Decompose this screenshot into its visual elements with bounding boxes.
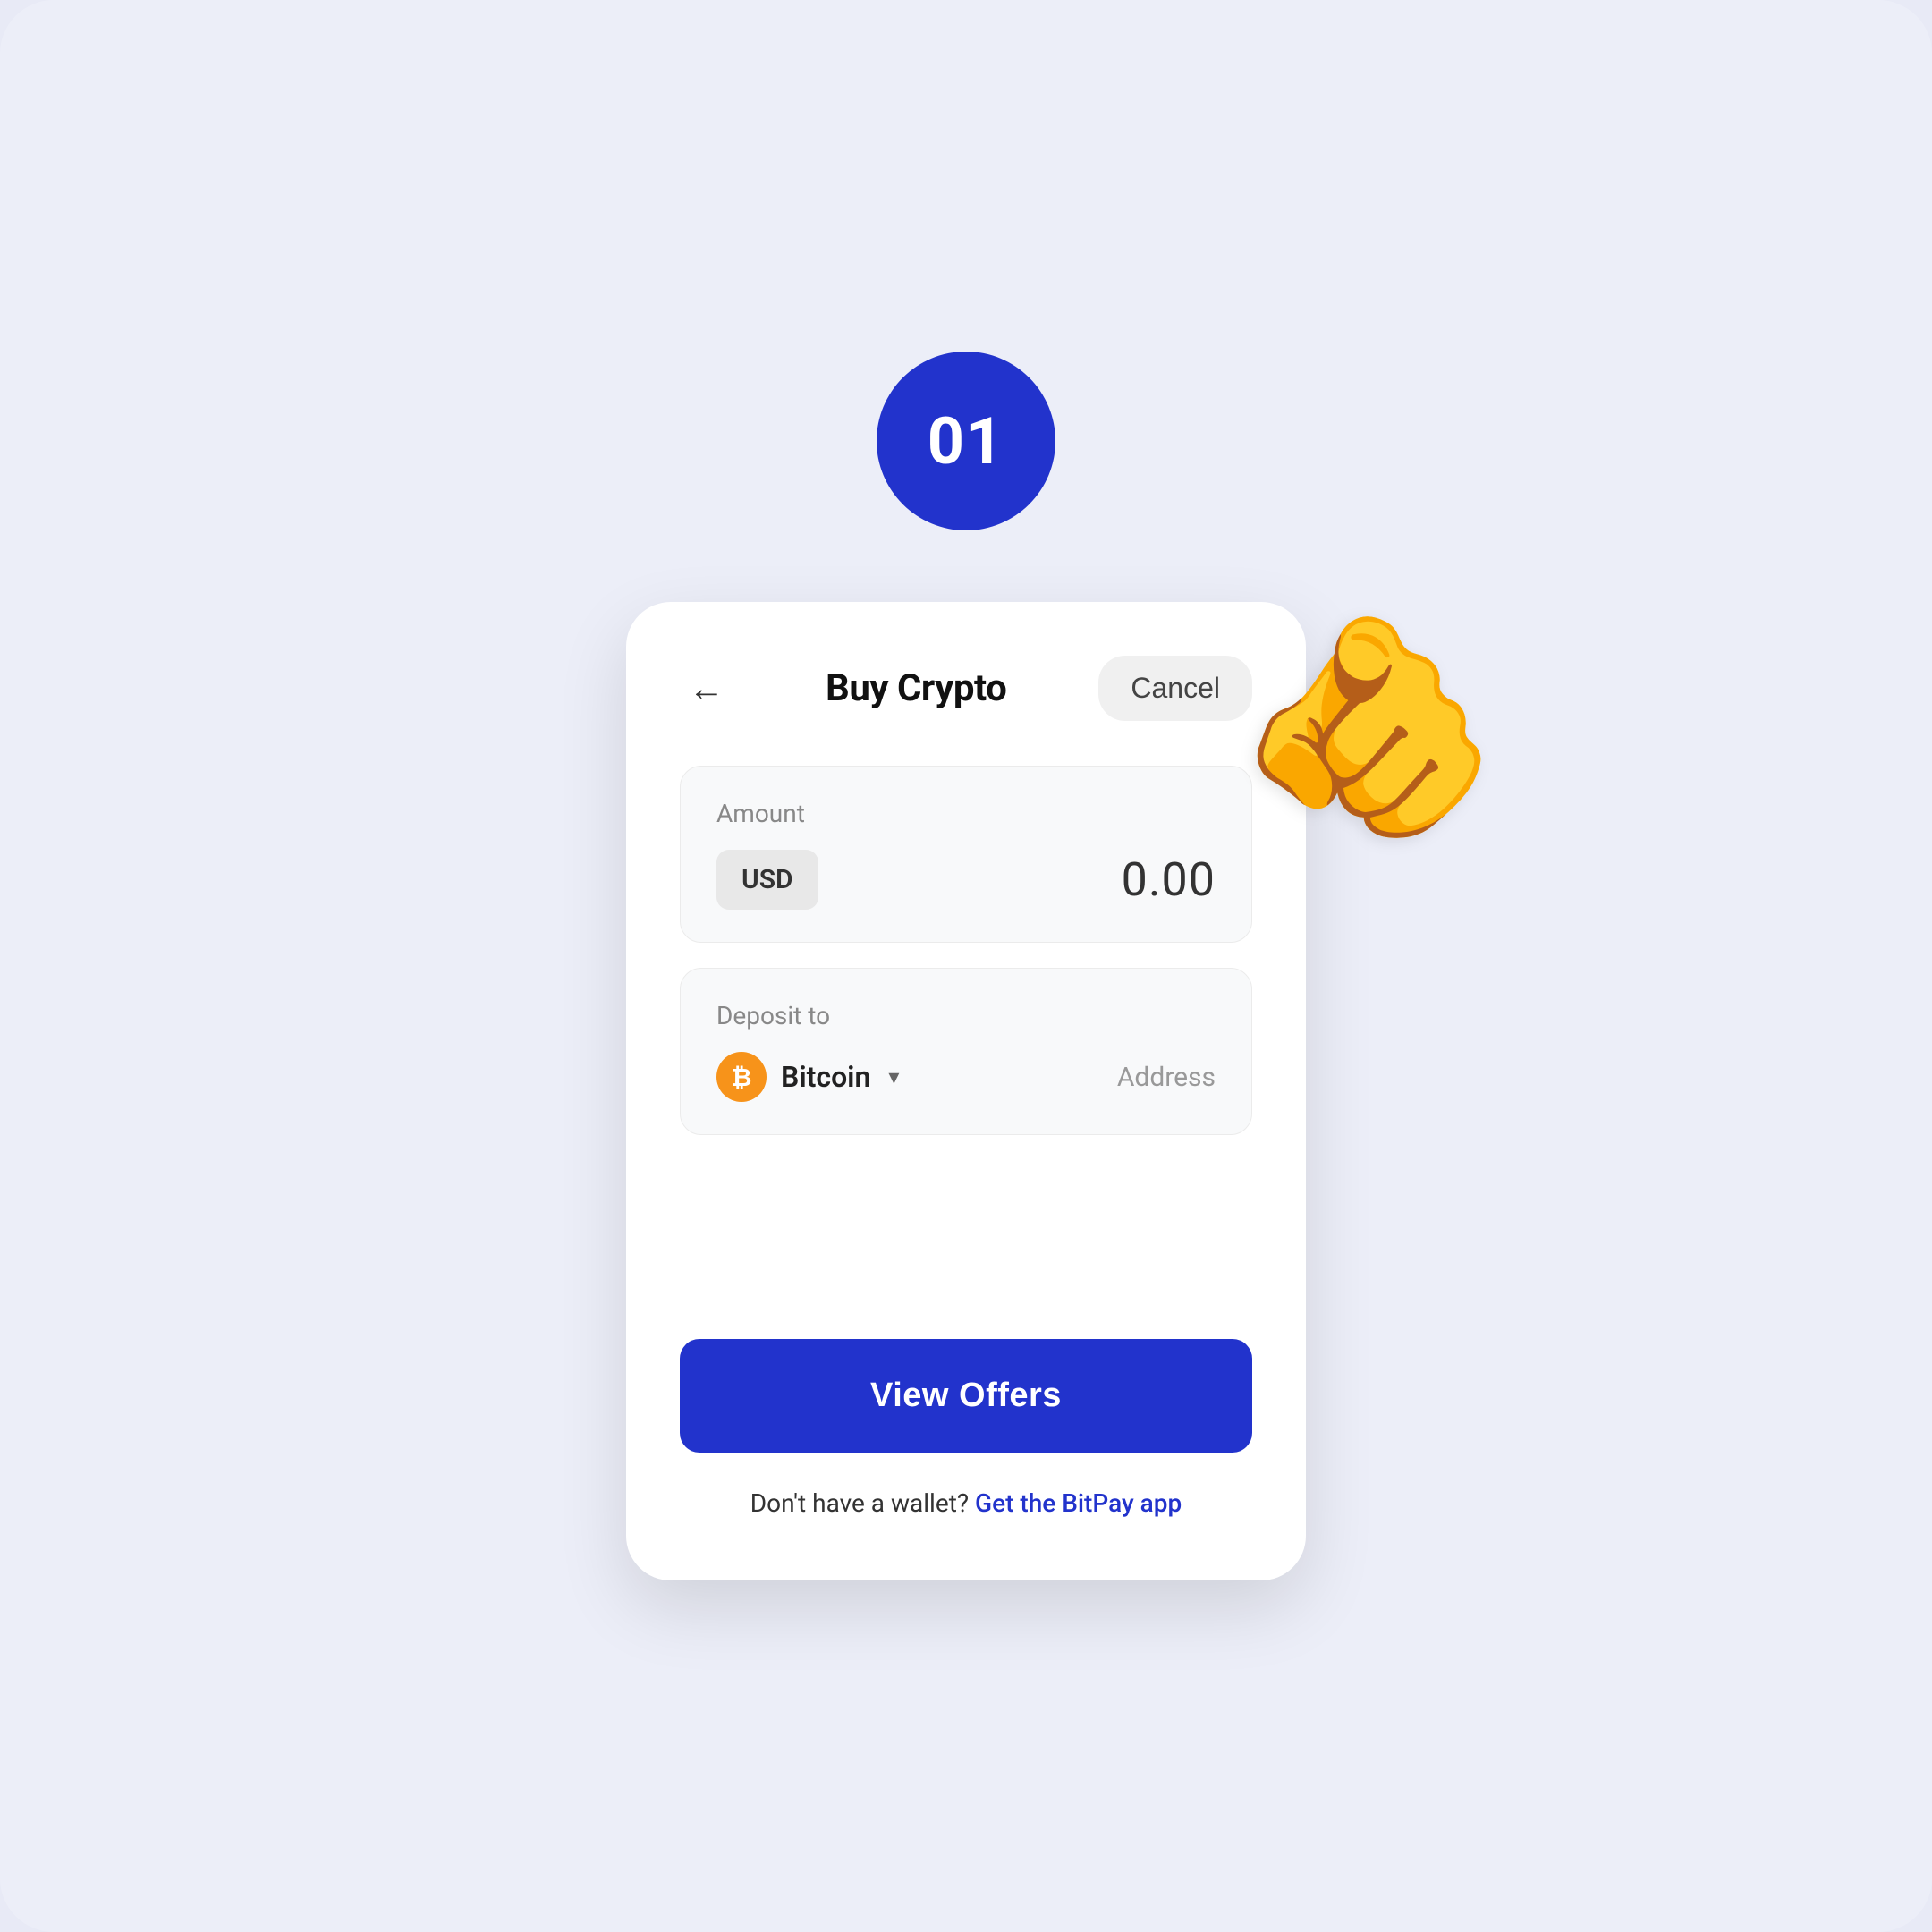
back-button[interactable]: ← (680, 662, 733, 716)
step-number: 01 (928, 403, 1005, 479)
bitpay-link[interactable]: Get the BitPay app (975, 1488, 1182, 1518)
deposit-section: Deposit to ₿ Bitcoin ▾ Address (680, 968, 1252, 1135)
card-header: ← Buy Crypto Cancel (680, 656, 1252, 721)
hand-pointer-icon: 🫵 (1235, 620, 1503, 835)
no-wallet-text: Don't have a wallet? (750, 1488, 969, 1518)
amount-value[interactable]: 0.00 (1122, 852, 1216, 907)
amount-row: USD 0.00 (716, 850, 1216, 910)
back-arrow-icon: ← (689, 671, 724, 707)
currency-badge[interactable]: USD (716, 850, 818, 910)
chevron-down-icon: ▾ (888, 1064, 899, 1089)
crypto-name: Bitcoin (781, 1060, 870, 1094)
main-content: 01 ← Buy Crypto Cancel Amount USD 0.00 (626, 352, 1306, 1580)
amount-label: Amount (716, 799, 1216, 828)
spacer (680, 1160, 1252, 1339)
phone-card: ← Buy Crypto Cancel Amount USD 0.00 Depo… (626, 602, 1306, 1580)
deposit-label: Deposit to (716, 1001, 1216, 1030)
crypto-selector[interactable]: ₿ Bitcoin ▾ (716, 1052, 899, 1102)
deposit-row: ₿ Bitcoin ▾ Address (716, 1052, 1216, 1102)
address-label[interactable]: Address (1117, 1062, 1216, 1093)
page-background: 01 ← Buy Crypto Cancel Amount USD 0.00 (0, 0, 1932, 1932)
page-title: Buy Crypto (826, 666, 1006, 710)
amount-section: Amount USD 0.00 (680, 766, 1252, 943)
step-badge: 01 (877, 352, 1055, 530)
footer-text: Don't have a wallet? Get the BitPay app (680, 1488, 1252, 1518)
view-offers-button[interactable]: View Offers (680, 1339, 1252, 1453)
bitcoin-icon: ₿ (716, 1052, 767, 1102)
cancel-button[interactable]: Cancel (1098, 656, 1252, 721)
